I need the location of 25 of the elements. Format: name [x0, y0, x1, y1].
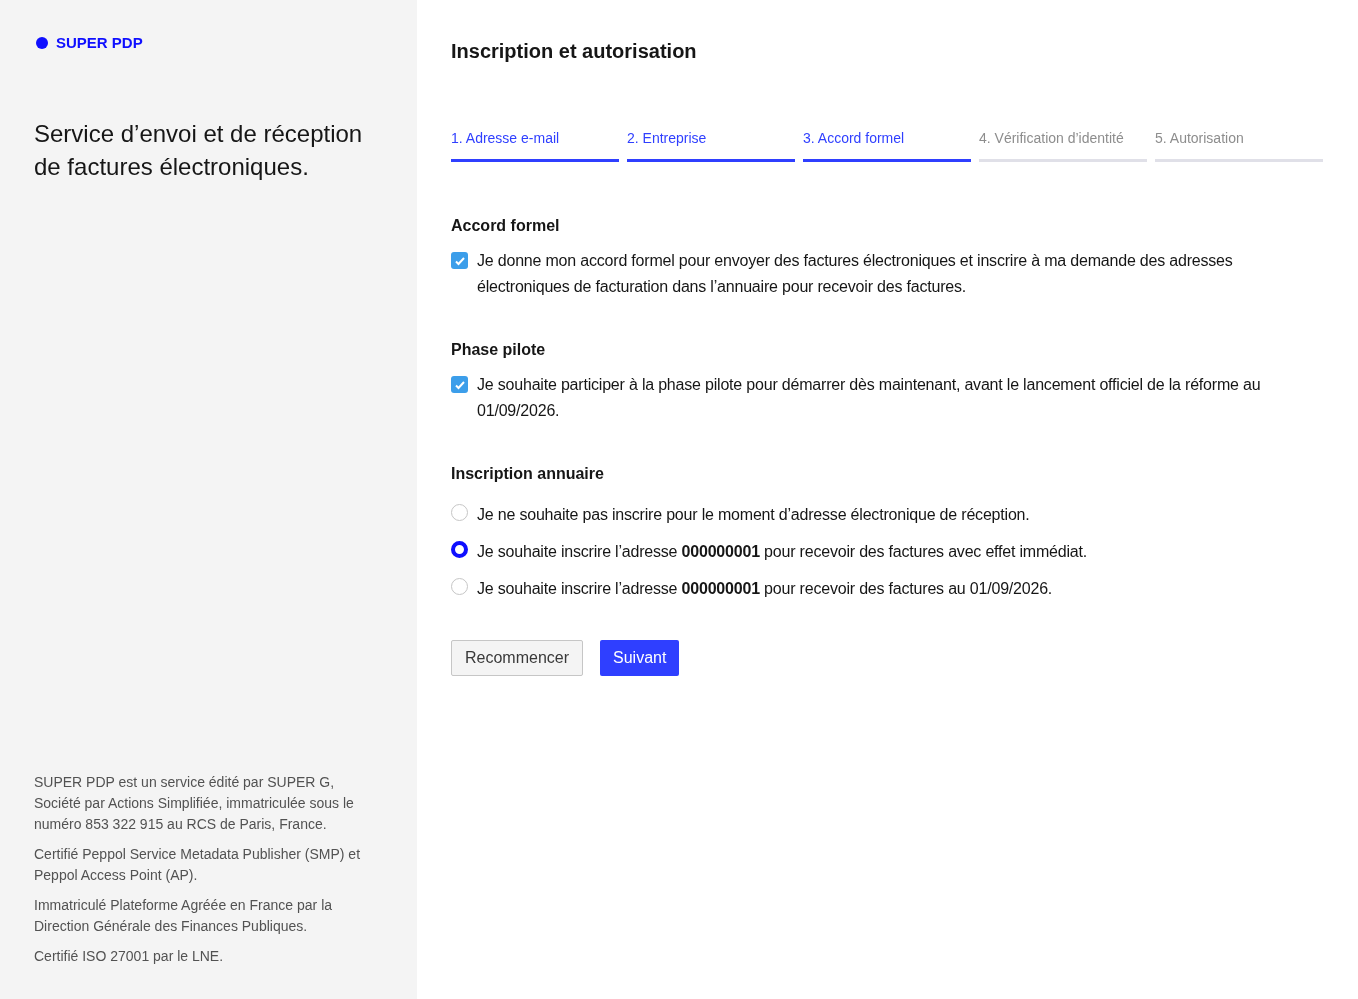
section-heading: Inscription annuaire — [451, 464, 605, 484]
radio-button[interactable] — [451, 541, 468, 558]
legal-text: Certifié Peppol Service Metadata Publisher (SMP) et Peppol Access Point (AP). — [34, 845, 362, 885]
section-heading: Accord formel — [451, 216, 561, 236]
step-tab[interactable]: 1. Adresse e-mail — [451, 128, 619, 162]
step-tab[interactable]: 2. Entreprise — [627, 128, 795, 162]
step-tab[interactable]: 4. Vérification d’identité — [979, 128, 1147, 162]
section-heading: Phase pilote — [451, 340, 547, 360]
page-title: Inscription et autorisation — [451, 39, 698, 64]
checkbox[interactable] — [451, 376, 468, 393]
next-button[interactable]: Suivant — [600, 640, 680, 676]
step-tab[interactable]: 5. Autorisation — [1155, 128, 1323, 162]
restart-button[interactable]: Recommencer — [451, 640, 584, 676]
option-label: Je souhaite participer à la phase pilote pour démarrer dès maintenant, avant le lancement officiel de la réforme au 01/09/2026. — [477, 375, 1262, 421]
option-label: Je souhaite inscrire l’adresse 000000001 pour recevoir des factures avec effet immédiat. — [477, 542, 1088, 562]
option-label: Je souhaite inscrire l’adresse 000000001 pour recevoir des factures au 01/09/2026. — [477, 579, 1053, 599]
option-label: Je ne souhaite pas inscrire pour le moment d’adresse électronique de réception. — [477, 505, 1030, 525]
legal-text: Immatriculé Plateforme Agréée en France par la Direction Générale des Finances Publiques. — [34, 896, 334, 936]
tagline: Service d’envoi et de réception de factures électroniques. — [34, 118, 364, 182]
legal-text: Certifié ISO 27001 par le LNE. — [34, 947, 225, 966]
checkbox[interactable] — [451, 252, 468, 269]
option-label: Je donne mon accord formel pour envoyer des factures électroniques et inscrire à ma demande des adresses électroniques de facturation dans l’annuaire pour recevoir des factures. — [477, 251, 1234, 297]
legal-text: SUPER PDP est un service édité par SUPER G, Société par Actions Simplifiée, immatriculée sous le numéro 853 322 915 au RCS de Paris, France. — [34, 773, 355, 834]
step-tab[interactable]: 3. Accord formel — [803, 128, 971, 162]
brand-name: SUPER PDP — [56, 33, 143, 53]
